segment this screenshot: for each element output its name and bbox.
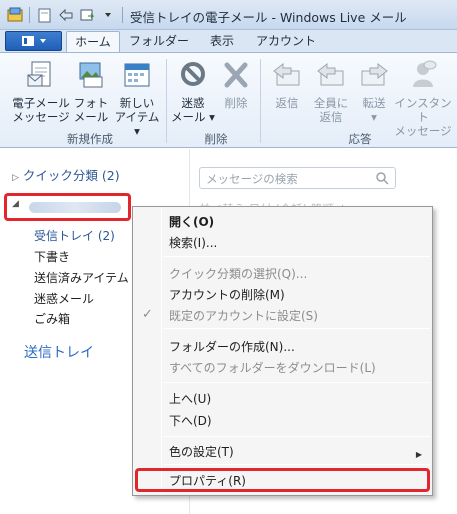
group-separator <box>166 59 167 143</box>
menu-item-search[interactable]: 検索(I)... <box>169 234 217 251</box>
reply-all-icon <box>317 62 344 86</box>
menu-item-open[interactable]: 開く(O) <box>169 213 214 230</box>
qat-dropdown-icon[interactable] <box>99 6 116 23</box>
outbox-link[interactable]: 送信トレイ <box>24 342 94 362</box>
menu-item-properties[interactable]: プロパティ(R) <box>169 472 246 489</box>
menu-item-move-up[interactable]: 上へ(U) <box>169 390 211 407</box>
group-label-new: 新規作成 <box>67 132 113 146</box>
email-message-icon <box>27 61 51 87</box>
collapse-icon[interactable]: ◢ <box>12 199 19 209</box>
reply-all-label: 全員に 返信 <box>313 96 349 124</box>
photo-email-icon <box>79 62 103 88</box>
group-label-delete: 削除 <box>204 132 228 146</box>
quick-access-toolbar <box>6 6 125 23</box>
junk-icon <box>181 62 205 86</box>
menu-item-set-default[interactable]: 既定のアカウントに設定(S) <box>169 307 318 324</box>
group-separator <box>260 59 261 143</box>
submenu-arrow-icon: ▶ <box>415 450 422 459</box>
junk-button[interactable]: 迷惑 メール ▾ <box>171 59 215 124</box>
app-icon[interactable] <box>6 6 23 23</box>
menu-separator <box>163 328 430 329</box>
qat-separator <box>29 6 30 23</box>
delete-label: 削除 <box>224 96 248 110</box>
reply-icon[interactable] <box>57 6 74 23</box>
expand-icon[interactable]: ▷ <box>12 173 19 183</box>
quick-views-label: クイック分類 (2) <box>22 168 120 183</box>
reply-all-button[interactable]: 全員に 返信 <box>308 59 354 124</box>
search-placeholder: メッセージの検索 <box>206 172 298 186</box>
menu-separator <box>163 256 430 257</box>
menu-separator <box>163 382 430 383</box>
delete-icon <box>224 62 248 88</box>
menu-item-move-down[interactable]: 下へ(D) <box>169 412 212 429</box>
window-title: 受信トレイの電子メール - Windows Live メール <box>130 10 407 25</box>
instant-message-icon <box>413 60 437 87</box>
folder-trash[interactable]: ごみ箱 <box>34 310 70 327</box>
folder-inbox[interactable]: 受信トレイ (2) <box>34 227 115 244</box>
menu-separator <box>163 464 430 465</box>
photo-email-label: フォト メール <box>73 96 109 124</box>
new-email-label: 電子メール メッセージ <box>12 96 70 124</box>
instant-message-button[interactable]: インスタント メッセージ <box>392 59 454 138</box>
photo-email-button[interactable]: フォト メール <box>72 59 110 124</box>
send-receive-icon[interactable] <box>78 6 95 23</box>
reply-icon <box>273 62 300 86</box>
account-node-highlighted[interactable]: ◢ <box>4 193 131 221</box>
new-item-button[interactable]: 新しい アイテム ▾ <box>112 59 162 138</box>
reply-label: 返信 <box>275 96 299 110</box>
menu-separator <box>163 436 430 437</box>
folder-sent[interactable]: 送信済みアイテム <box>34 269 129 286</box>
checkmark-icon: ✓ <box>142 307 153 322</box>
forward-label: 転送 ▾ <box>362 96 386 124</box>
calendar-icon <box>124 63 150 87</box>
app-menu-button[interactable] <box>5 31 62 51</box>
group-label-respond: 応答 <box>348 132 372 146</box>
instant-message-label: インスタント メッセージ <box>394 96 452 138</box>
menu-item-color[interactable]: 色の設定(T) <box>169 443 234 460</box>
ribbon: 電子メール メッセージ フォト メール 新しい アイテム ▾ 新規作成 迷惑 メ… <box>0 52 457 148</box>
menu-icon <box>21 36 34 46</box>
tab-home[interactable]: ホーム <box>66 31 120 52</box>
title-bar: 受信トレイの電子メール - Windows Live メール <box>0 0 457 30</box>
menu-item-create-folder[interactable]: フォルダーの作成(N)... <box>169 338 295 355</box>
chevron-down-icon <box>39 39 46 43</box>
delete-button[interactable]: 削除 <box>217 59 255 110</box>
new-email-button[interactable]: 電子メール メッセージ <box>10 59 72 124</box>
quick-views[interactable]: ▷ クイック分類 (2) <box>12 165 120 184</box>
reply-button[interactable]: 返信 <box>266 59 308 110</box>
forward-icon <box>361 62 388 86</box>
menu-gutter <box>161 209 162 493</box>
search-icon[interactable] <box>375 171 389 185</box>
folder-junk[interactable]: 迷惑メール <box>34 290 94 307</box>
context-menu: 開く(O) 検索(I)... クイック分類の選択(Q)... アカウントの削除(… <box>132 206 433 496</box>
tab-view[interactable]: 表示 <box>200 31 244 52</box>
search-input[interactable]: メッセージの検索 <box>199 167 396 189</box>
junk-label: 迷惑 メール ▾ <box>171 96 215 124</box>
menu-item-delete-account[interactable]: アカウントの削除(M) <box>169 286 285 303</box>
menu-item-download-all[interactable]: すべてのフォルダーをダウンロード(L) <box>169 359 376 376</box>
tab-folder[interactable]: フォルダー <box>126 31 192 52</box>
account-name-blurred <box>29 202 121 213</box>
new-message-icon[interactable] <box>36 6 53 23</box>
forward-button[interactable]: 転送 ▾ <box>354 59 394 124</box>
folder-drafts[interactable]: 下書き <box>34 248 70 265</box>
menu-item-quick-views[interactable]: クイック分類の選択(Q)... <box>169 265 307 282</box>
qat-separator <box>122 6 123 23</box>
tab-account[interactable]: アカウント <box>254 31 318 52</box>
ribbon-tabs: ホーム フォルダー 表示 アカウント <box>0 30 457 52</box>
